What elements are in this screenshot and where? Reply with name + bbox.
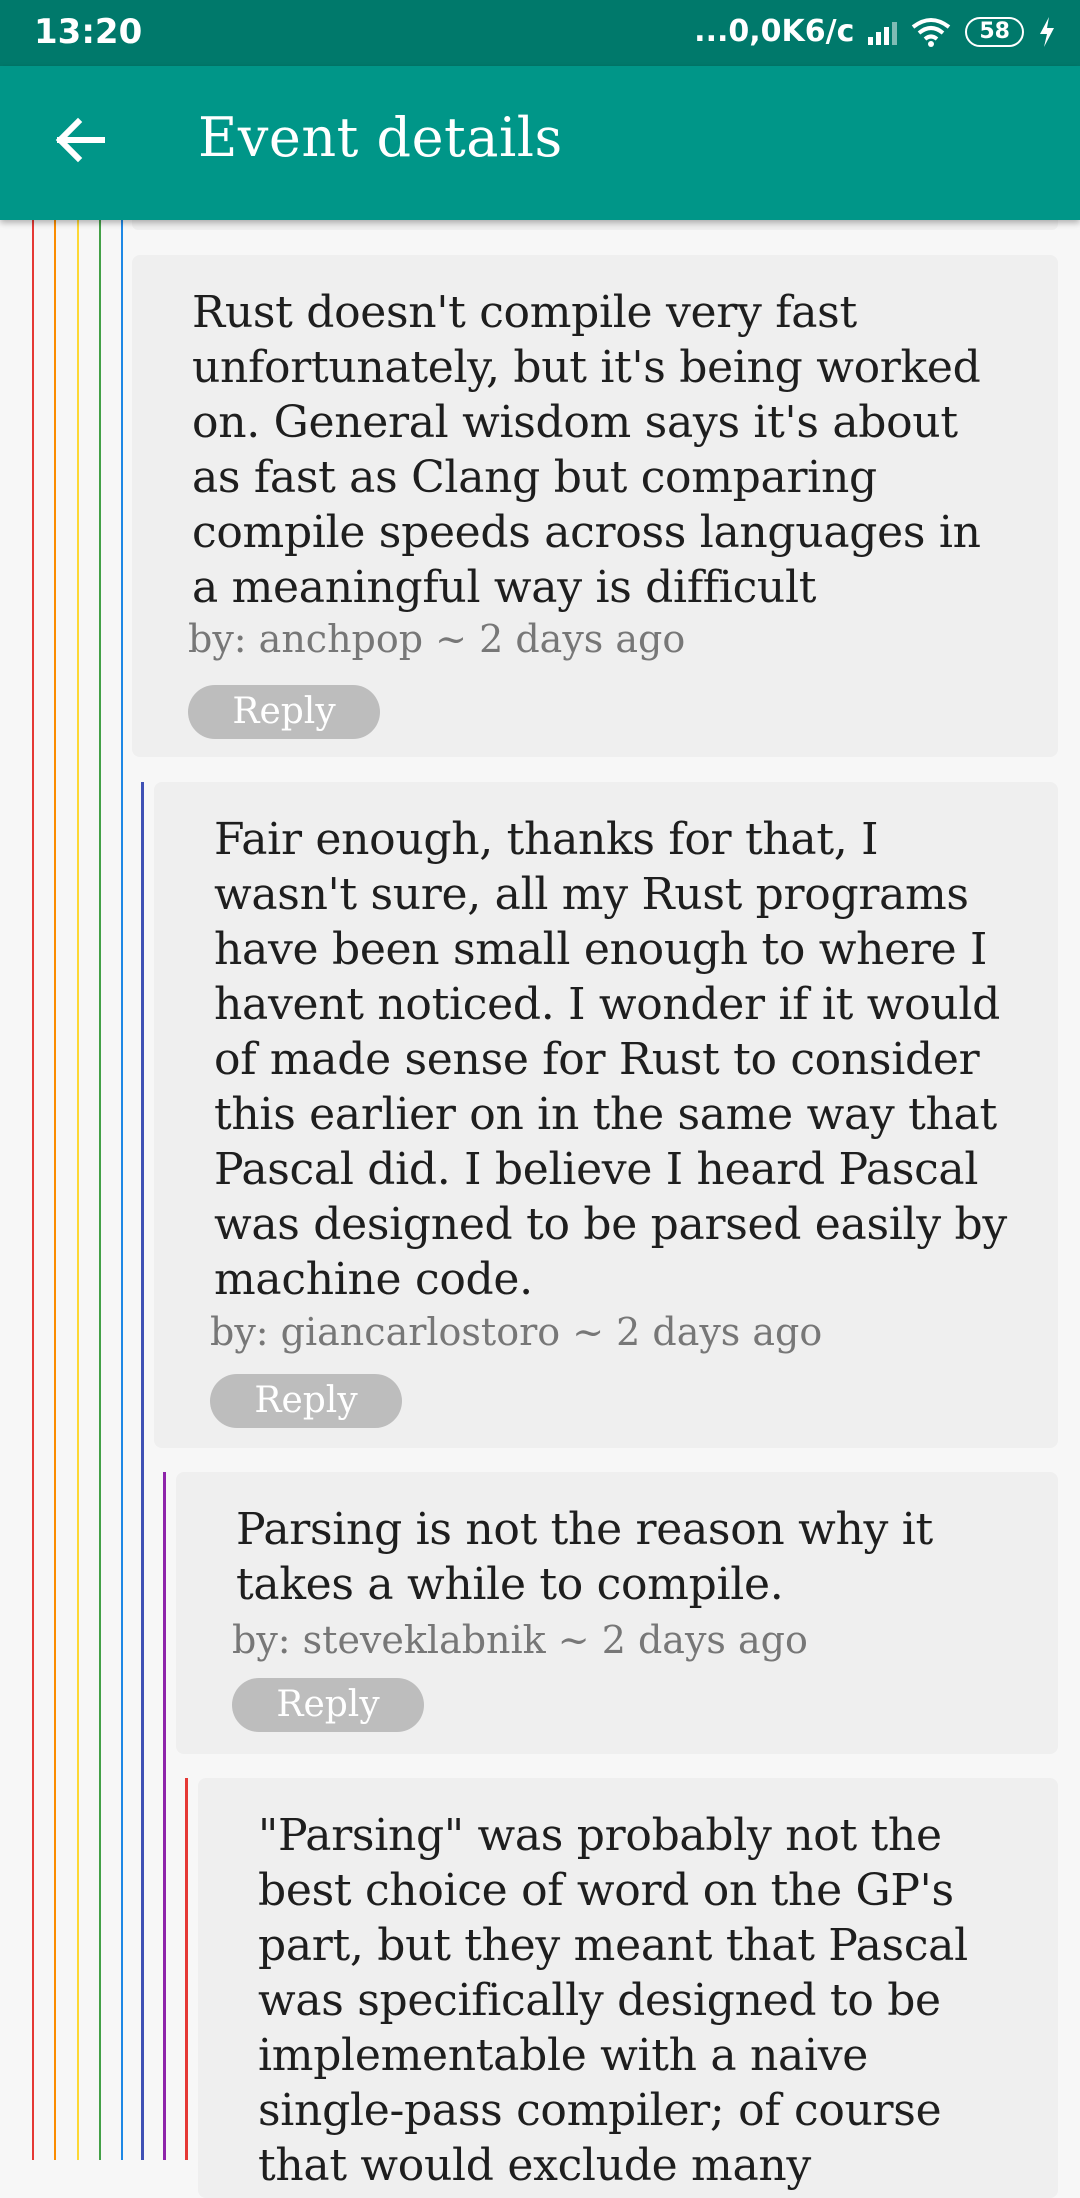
- comment-text: Fair enough, thanks for that, I wasn't s…: [214, 814, 1007, 1305]
- signal-icon: [868, 19, 898, 45]
- battery-level: 58: [979, 18, 1010, 44]
- arrow-left-icon[interactable]: [50, 110, 110, 170]
- reply-button[interactable]: Reply: [232, 1678, 424, 1732]
- page-title: Event details: [198, 106, 563, 169]
- comment-text: Parsing is not the reason why it takes a…: [236, 1504, 933, 1610]
- comment-meta: by: steveklabnik ~ 2 days ago: [232, 1618, 808, 1662]
- comment-card: Parsing is not the reason why it takes a…: [176, 1472, 1058, 1754]
- thread-accent-line: [163, 1472, 166, 2160]
- comment-text: "Parsing" was probably not the best choi…: [258, 1810, 968, 2191]
- comment-meta: by: anchpop ~ 2 days ago: [188, 617, 686, 661]
- thread-line-depth-5: [121, 220, 123, 2160]
- battery-icon: 58: [965, 16, 1024, 47]
- thread-accent-line: [185, 1778, 188, 2160]
- comment-card: "Parsing" was probably not the best choi…: [198, 1778, 1058, 2198]
- thread-line-depth-3: [77, 220, 79, 2160]
- comment-card: Fair enough, thanks for that, I wasn't s…: [154, 782, 1058, 1448]
- previous-comment-edge: [132, 220, 1058, 230]
- app-bar: Event details: [0, 66, 1080, 220]
- thread-accent-line: [141, 782, 144, 2160]
- network-speed: ...0,0K6/c: [694, 14, 855, 49]
- reply-button[interactable]: Reply: [210, 1374, 402, 1428]
- status-bar: 13:20 ...0,0K6/c 58: [0, 0, 1080, 66]
- status-icons: ...0,0K6/c 58: [694, 14, 1056, 49]
- comment-text: Rust doesn't compile very fast unfortuna…: [192, 287, 981, 613]
- charging-icon: [1040, 16, 1054, 47]
- thread-line-depth-1: [32, 220, 34, 2160]
- thread-line-depth-2: [54, 220, 56, 2160]
- comment-meta: by: giancarlostoro ~ 2 days ago: [210, 1310, 823, 1354]
- reply-button[interactable]: Reply: [188, 685, 380, 739]
- thread-line-depth-4: [99, 220, 101, 2160]
- wifi-icon: [912, 17, 951, 47]
- comment-card: Rust doesn't compile very fast unfortuna…: [132, 255, 1058, 757]
- status-time: 13:20: [34, 12, 143, 52]
